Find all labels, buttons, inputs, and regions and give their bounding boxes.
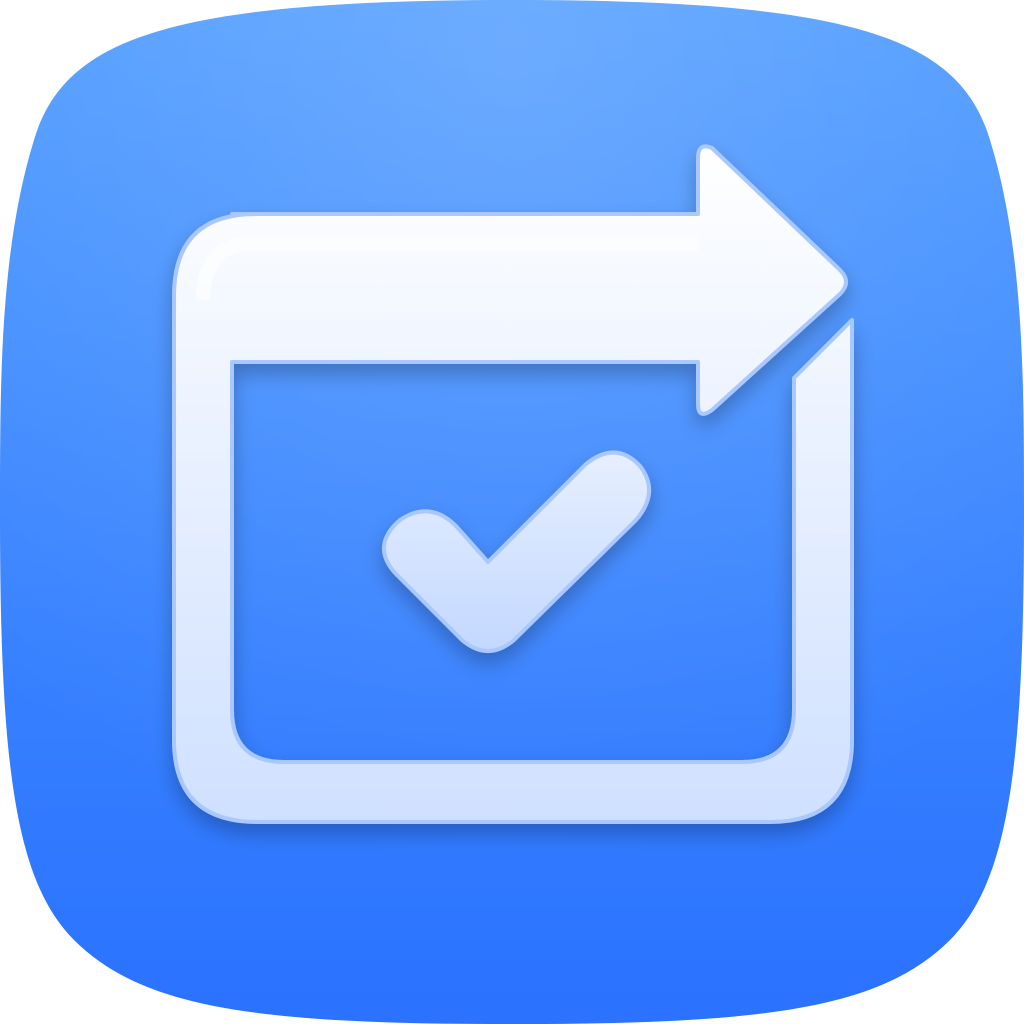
icon-background-glow: [0, 0, 1024, 1024]
app-icon-artwork: [0, 0, 1024, 1024]
app-icon: [0, 0, 1024, 1024]
